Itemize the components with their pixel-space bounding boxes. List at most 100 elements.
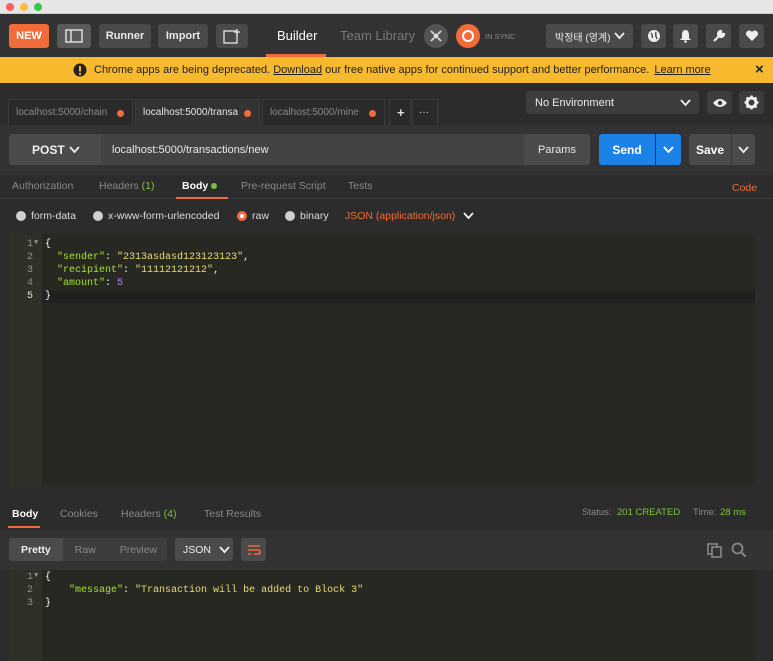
line-number: 3	[26, 598, 33, 609]
tab-body[interactable]: Body	[182, 180, 218, 192]
status-label: Status:	[582, 507, 612, 518]
request-tab-mine[interactable]: localhost:5000/mine	[262, 99, 385, 125]
request-body-editor[interactable]: 1 2 3 4 5 ▼ { "sender": "2313asdasd12312…	[9, 234, 755, 486]
runner-button[interactable]: Runner	[99, 24, 151, 48]
chevron-down-icon	[680, 99, 691, 107]
unsaved-dot-icon	[244, 110, 251, 117]
favorites-button[interactable]	[739, 24, 764, 48]
learn-more-link[interactable]: Learn more	[654, 64, 710, 76]
search-icon[interactable]	[731, 542, 747, 558]
line-number: 2	[26, 252, 33, 263]
send-button[interactable]: Send	[599, 134, 655, 165]
tab-headers[interactable]: Headers (1)	[99, 180, 154, 192]
line-number: 2	[26, 585, 33, 596]
sync-icon[interactable]	[456, 24, 480, 48]
method-label: POST	[32, 142, 65, 157]
radio-form-data[interactable]: form-data	[16, 210, 76, 222]
chevron-down-icon	[614, 32, 625, 40]
radio-raw[interactable]: raw	[237, 210, 269, 222]
line-number: 4	[26, 278, 33, 289]
brace: {	[45, 239, 52, 250]
add-tab-button[interactable]: +	[389, 99, 411, 125]
preview-button[interactable]: Preview	[108, 538, 167, 561]
builder-tab[interactable]: Builder	[266, 14, 326, 57]
response-toolbar: Pretty Raw Preview JSON	[0, 530, 773, 570]
manage-environments-button[interactable]	[739, 91, 764, 114]
user-menu[interactable]: 박정태 (영계)	[546, 24, 633, 48]
response-format-select[interactable]: JSON	[175, 538, 233, 561]
toggle-sidebar-button[interactable]	[57, 24, 91, 48]
heart-icon	[745, 30, 758, 41]
radio-binary[interactable]: binary	[285, 210, 329, 222]
response-tab-body-underline	[8, 526, 40, 528]
chevron-down-icon	[219, 545, 230, 553]
code-line: "recipient": "11112121212",	[57, 265, 220, 276]
request-tab-chain[interactable]: localhost:5000/chain	[8, 99, 133, 125]
tab-tests[interactable]: Tests	[348, 180, 373, 192]
notifications-button[interactable]	[673, 24, 698, 48]
code-link[interactable]: Code	[732, 182, 757, 194]
send-options-button[interactable]	[656, 134, 681, 165]
response-body-viewer[interactable]: 1 2 3 ▼ { "message": "Transaction will b…	[9, 570, 755, 661]
method-select[interactable]: POST	[9, 134, 101, 165]
environment-quick-look-button[interactable]	[707, 91, 732, 114]
main-toolbar: NEW Runner Import Builder Team Library I…	[0, 14, 773, 57]
fold-arrow-icon[interactable]: ▼	[34, 572, 38, 580]
wrap-lines-button[interactable]	[241, 538, 266, 561]
url-text: localhost:5000/transactions/new	[112, 143, 269, 156]
import-button[interactable]: Import	[158, 24, 208, 48]
request-url-bar: POST localhost:5000/transactions/new Par…	[0, 125, 773, 175]
pretty-button[interactable]: Pretty	[9, 538, 63, 561]
radio-urlencoded[interactable]: x-www-form-urlencoded	[93, 210, 219, 222]
download-link[interactable]: Download	[273, 64, 322, 76]
response-headers-count: (4)	[163, 508, 177, 520]
user-name: 박정태 (영계)	[555, 32, 611, 44]
save-options-button[interactable]	[732, 134, 755, 165]
close-window-icon[interactable]	[6, 3, 14, 11]
view-mode-toggle: Pretty Raw Preview	[9, 538, 167, 561]
time-value: 28 ms	[720, 507, 746, 518]
interceptor-button[interactable]	[424, 24, 448, 48]
save-button[interactable]: Save	[689, 134, 731, 165]
team-library-tab[interactable]: Team Library	[340, 28, 415, 43]
code-line: }	[45, 291, 51, 302]
gear-icon	[744, 95, 759, 110]
copy-icon[interactable]	[707, 543, 722, 558]
radio-label: raw	[252, 210, 269, 222]
response-tab-cookies[interactable]: Cookies	[60, 508, 98, 520]
more-tabs-button[interactable]: ···	[412, 99, 438, 125]
maximize-window-icon[interactable]	[34, 3, 42, 11]
params-button[interactable]: Params	[524, 134, 590, 165]
unsaved-dot-icon	[117, 110, 124, 117]
url-input[interactable]: localhost:5000/transactions/new	[101, 134, 524, 165]
response-tab-test-results[interactable]: Test Results	[204, 508, 261, 520]
globe-icon	[647, 30, 660, 42]
code-line: "message": "Transaction will be added to…	[69, 585, 364, 596]
response-tab-body[interactable]: Body	[12, 508, 38, 520]
tab-body-underline	[176, 197, 228, 199]
response-section: Body Cookies Headers (4) Test Results St…	[0, 494, 773, 661]
chevron-down-icon	[738, 145, 749, 153]
close-banner-icon[interactable]: ×	[755, 61, 764, 78]
tab-body-label: Body	[182, 180, 209, 192]
minimize-window-icon[interactable]	[20, 3, 28, 11]
tab-pre-request-script[interactable]: Pre-request Script	[241, 180, 326, 192]
tab-authorization[interactable]: Authorization	[12, 180, 73, 192]
response-tabs: Body Cookies Headers (4) Test Results St…	[0, 494, 773, 530]
json-string: "Transaction will be added to Block 3"	[135, 585, 364, 596]
content-type-select[interactable]: JSON (application/json)	[345, 210, 474, 222]
radio-label: x-www-form-urlencoded	[108, 210, 220, 222]
tab-label: localhost:5000/mine	[270, 107, 359, 118]
settings-button[interactable]	[706, 24, 731, 48]
new-button[interactable]: NEW	[9, 24, 49, 48]
fold-arrow-icon[interactable]: ▼	[34, 239, 38, 247]
new-window-button[interactable]	[216, 24, 248, 48]
environment-select[interactable]: No Environment	[526, 91, 699, 114]
request-tabs-bar: localhost:5000/chain localhost:5000/tran…	[0, 83, 773, 125]
raw-button[interactable]: Raw	[63, 538, 108, 561]
chevron-down-icon	[463, 212, 474, 220]
tab-label: localhost:5000/chain	[16, 107, 108, 118]
settings-sync-button[interactable]	[641, 24, 666, 48]
response-tab-headers[interactable]: Headers (4)	[121, 508, 176, 520]
request-tab-transactions[interactable]: localhost:5000/transa	[135, 99, 260, 125]
